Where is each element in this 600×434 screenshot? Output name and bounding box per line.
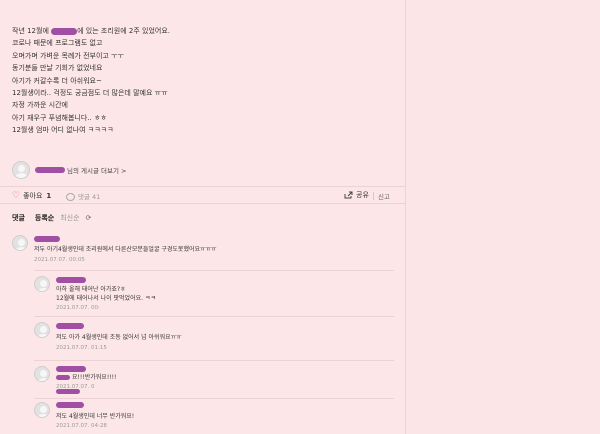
- refresh-icon[interactable]: ⟳: [86, 214, 92, 222]
- post-main-area: 작년 12월에 에 있는 조리원에 2주 있었어요. 코로나 때문에 프로그램도…: [0, 0, 405, 434]
- divider: [373, 192, 374, 200]
- divider: [34, 270, 394, 271]
- comment-reply: 저도 아가 4월생인데 조동 없어서 넘 아쉬워요ㅠㅠ 2021.07.07. …: [34, 322, 394, 358]
- post-line: 아기가 커갈수록 더 아쉬워요~: [12, 76, 102, 85]
- post-line: 코로나 때문에 프로그램도 없고: [12, 39, 103, 48]
- post-line: 12월생 엄마 어디 없나여 ㅋㅋㅋㅋ: [12, 126, 114, 135]
- redaction-block: [56, 402, 84, 408]
- post-line: 아기 재우구 푸념해봅니다.. ㅎㅎ: [12, 113, 107, 122]
- tab-sort-registered[interactable]: 등록순: [35, 213, 54, 223]
- redaction-block: [51, 27, 78, 35]
- avatar: [34, 276, 50, 292]
- post-line: 오며가며 가벼운 목례가 전부이고 ㅜㅜ: [12, 51, 124, 60]
- comment-sort-tabs: 댓글 등록순 최신순 ⟳: [12, 213, 91, 223]
- redaction-block: [34, 236, 60, 242]
- redaction-block: [56, 375, 70, 380]
- redaction-block: [56, 389, 80, 394]
- redaction-block: [56, 323, 84, 329]
- divider: [34, 360, 394, 361]
- avatar: [12, 161, 30, 179]
- avatar: [34, 402, 50, 418]
- post-body: 작년 12월에 에 있는 조리원에 2주 있었어요. 코로나 때문에 프로그램도…: [12, 25, 392, 137]
- post-line: 작년 12월에 에 있는 조리원에 2주 있었어요.: [12, 27, 170, 35]
- report-button[interactable]: 신고: [378, 191, 390, 201]
- comment-count[interactable]: 댓글 41: [66, 191, 100, 201]
- post-line: 12월생이라.. 걱정도 궁금점도 더 많은데 말예요 ㅠㅠ: [12, 88, 168, 97]
- comment-reply: 요!!!반가워요!!!! 2021.07.07. 0: [34, 366, 394, 396]
- comments-title: 댓글: [12, 214, 25, 222]
- divider: [34, 398, 394, 399]
- right-side-panel: [405, 0, 600, 434]
- avatar: [12, 235, 28, 251]
- redaction-block: [56, 366, 86, 372]
- post-line: 자정 가까운 시간에: [12, 101, 68, 110]
- post-action-bar: ♡ 좋아요 1 댓글 41 공유 신고: [0, 186, 405, 204]
- author-more-link[interactable]: 님의 게시글 더보기 >: [12, 160, 127, 180]
- comment-bubble-icon: [66, 193, 75, 201]
- divider: [34, 316, 394, 317]
- share-icon: [344, 191, 353, 199]
- avatar: [34, 322, 50, 338]
- avatar: [34, 366, 50, 382]
- redaction-block: [56, 277, 86, 283]
- tab-sort-latest[interactable]: 최신순: [60, 213, 79, 223]
- comment-reply: 아하 올해 태어난 아가죠?ㅎ 12월에 태어나서 나이 팟먹었어요. ㅋㅋ 2…: [34, 276, 394, 320]
- comment-reply: 저도 4월생인데 너무 반가워요! 2021.07.07. 04:28: [34, 402, 394, 434]
- share-button[interactable]: 공유: [344, 190, 369, 200]
- heart-icon: ♡: [12, 191, 21, 201]
- like-button[interactable]: ♡ 좋아요 1: [12, 191, 51, 201]
- comment: 저두 아기4월생인데 조리원에서 다른산모분들얼굴 구경도못했어요ㅠㅠㅠ 202…: [12, 235, 392, 269]
- redaction-block: [35, 167, 65, 173]
- post-line: 동기분들 만날 기회가 없었네요: [12, 64, 103, 73]
